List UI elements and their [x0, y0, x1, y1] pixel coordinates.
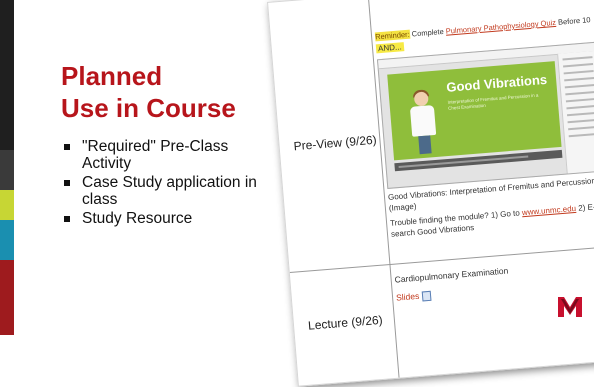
- lecture-slides-line: Slides: [396, 282, 511, 304]
- bullet-list: "Required" Pre-Class Activity Case Study…: [64, 138, 274, 229]
- module-preview-window[interactable]: Good Vibrations Interpretation of Fremit…: [376, 41, 594, 189]
- left-accent-bar: [0, 0, 14, 335]
- reminder-suffix: Before 10: [555, 15, 591, 27]
- module-title-slide: Good Vibrations Interpretation of Fremit…: [387, 61, 562, 161]
- reminder-text: Complete: [409, 26, 447, 39]
- slide-title-line1: Planned: [61, 61, 163, 91]
- lecture-cell: Cardiopulmonary Examination Slides: [394, 265, 510, 305]
- module-slide-subtitle: Interpretation of Fremitus and Percussio…: [447, 92, 539, 111]
- reminder-label: Reminder:: [374, 29, 411, 42]
- reminder-line: Reminder: Complete Pulmonary Pathophysio…: [374, 15, 591, 42]
- quiz-link[interactable]: Pulmonary Pathophysiology Quiz: [445, 18, 556, 36]
- slide-title-line2: Use in Course: [61, 93, 236, 123]
- row-label-preview: Pre-View (9/26): [293, 132, 378, 154]
- module-sidebar: [557, 50, 594, 174]
- accent-segment-red: [0, 260, 14, 335]
- doctor-illustration: [407, 89, 440, 155]
- unmc-logo-icon: [557, 295, 583, 319]
- row-label-lecture: Lecture (9/26): [307, 312, 384, 333]
- module-slide-title: Good Vibrations: [445, 71, 548, 95]
- accent-segment-green: [0, 190, 14, 220]
- unmc-link[interactable]: www.unmc.edu: [522, 204, 577, 217]
- slide-title: Planned Use in Course: [61, 60, 236, 124]
- bullet-item: "Required" Pre-Class Activity: [64, 138, 274, 172]
- bullet-item: Study Resource: [64, 210, 274, 227]
- accent-segment-black: [0, 0, 14, 150]
- slides-link[interactable]: Slides: [396, 291, 420, 303]
- and-highlight: AND...: [375, 42, 404, 54]
- powerpoint-icon: [421, 290, 432, 302]
- course-page-screenshot: Pre-View (9/26) Lecture (9/26) Reminder:…: [267, 0, 594, 387]
- accent-segment-gray: [0, 150, 14, 190]
- bullet-item: Case Study application in class: [64, 174, 274, 208]
- accent-segment-blue: [0, 220, 14, 260]
